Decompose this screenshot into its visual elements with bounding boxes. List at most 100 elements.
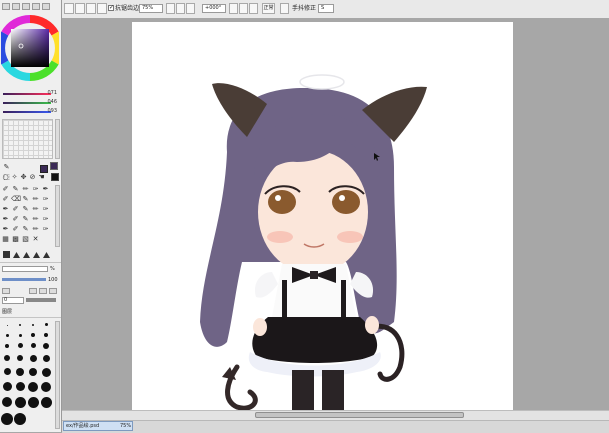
hand-icon[interactable]: ☚ bbox=[37, 173, 46, 182]
primary-color-swatch[interactable] bbox=[50, 162, 58, 170]
brush-size-21[interactable] bbox=[1, 382, 13, 392]
color-wheel-graphic[interactable] bbox=[0, 12, 64, 84]
brush-size-19[interactable] bbox=[27, 368, 39, 378]
cross-icon[interactable]: ✕ bbox=[31, 235, 40, 244]
density-slider[interactable] bbox=[26, 298, 56, 302]
brush-size-10[interactable] bbox=[14, 343, 26, 353]
shape-triangle-4-icon[interactable] bbox=[43, 252, 50, 258]
brush-size-30[interactable] bbox=[14, 413, 26, 425]
brush-size-8[interactable] bbox=[40, 332, 52, 342]
blur-icon[interactable]: ✎ bbox=[21, 195, 30, 204]
foreground-color-swatch[interactable] bbox=[40, 165, 48, 173]
curve-icon[interactable]: ✏ bbox=[31, 225, 40, 234]
stamp-icon[interactable]: ✑ bbox=[41, 225, 50, 234]
swatch-mode-button[interactable] bbox=[32, 3, 40, 10]
brush-size-6[interactable] bbox=[14, 332, 26, 342]
zoom-out-button[interactable] bbox=[176, 3, 185, 14]
brush-size-26[interactable] bbox=[14, 397, 26, 408]
toolbar-button-1[interactable] bbox=[64, 3, 74, 14]
red-slider-track[interactable] bbox=[3, 93, 51, 95]
reset-button[interactable]: 正常 bbox=[262, 3, 275, 14]
zoom-select[interactable]: 75% bbox=[139, 4, 163, 13]
pen-icon[interactable]: ✎ bbox=[2, 163, 11, 172]
watercolor-icon[interactable]: ✒ bbox=[41, 185, 50, 194]
antialias-checkbox[interactable]: ✓ bbox=[108, 5, 114, 11]
brush-size-23[interactable] bbox=[27, 382, 39, 392]
fill-icon[interactable]: ✎ bbox=[21, 205, 30, 214]
airbrush-icon[interactable]: ✐ bbox=[1, 185, 10, 194]
toolbar-button-3[interactable] bbox=[86, 3, 96, 14]
brush-size-13[interactable] bbox=[1, 355, 13, 365]
brush-size-4[interactable] bbox=[40, 321, 52, 331]
red-slider[interactable]: 071 bbox=[1, 90, 59, 98]
brush-size-16[interactable] bbox=[40, 355, 52, 365]
brush-palette-scrollbar[interactable] bbox=[55, 321, 60, 429]
shape-triangle-2-icon[interactable] bbox=[23, 252, 30, 258]
brush-size-25[interactable] bbox=[1, 397, 13, 407]
hsv-mode-button[interactable] bbox=[22, 3, 30, 10]
move-icon[interactable]: ✥ bbox=[19, 173, 28, 182]
color-swatch-grid[interactable] bbox=[2, 119, 53, 159]
soft-brush-icon[interactable]: ✒ bbox=[1, 215, 10, 224]
sketch-brush-icon[interactable]: ✐ bbox=[11, 225, 20, 234]
pen-tool-icon[interactable]: ✎ bbox=[11, 185, 20, 194]
zoom-in-button[interactable] bbox=[166, 3, 175, 14]
mask-icon[interactable] bbox=[39, 288, 47, 294]
angle-select[interactable]: +000° bbox=[202, 4, 226, 13]
brush-size-29[interactable] bbox=[1, 413, 13, 425]
brush-size-27[interactable] bbox=[27, 397, 39, 408]
blue-slider-track[interactable] bbox=[3, 111, 51, 113]
brush-size-7[interactable] bbox=[27, 332, 39, 342]
hatch-icon[interactable]: ▧ bbox=[21, 235, 30, 244]
tool-grid-scrollbar[interactable] bbox=[55, 185, 60, 247]
eyedropper-icon[interactable]: ⊘ bbox=[28, 173, 37, 182]
brush-size-28[interactable] bbox=[40, 397, 52, 408]
rotate-right-button[interactable] bbox=[239, 3, 248, 14]
crayon-icon[interactable]: ✏ bbox=[31, 205, 40, 214]
rotate-reset-button[interactable] bbox=[249, 3, 258, 14]
layer-blend-field[interactable]: 0 bbox=[2, 297, 24, 304]
hard-brush-icon[interactable]: ✐ bbox=[11, 215, 20, 224]
color-wheel-mode-button[interactable] bbox=[2, 3, 10, 10]
brush-size-14[interactable] bbox=[14, 355, 26, 365]
brush-size-2[interactable] bbox=[14, 321, 26, 331]
blend-mode-row[interactable]: % bbox=[2, 265, 59, 273]
lasso-icon[interactable]: ○ bbox=[1, 173, 10, 182]
swatch-scrollbar[interactable] bbox=[55, 119, 60, 159]
mix-brush-icon[interactable]: ✎ bbox=[21, 215, 30, 224]
rotate-left-button[interactable] bbox=[229, 3, 238, 14]
brush-size-17[interactable] bbox=[1, 368, 13, 378]
rgb-mode-button[interactable] bbox=[12, 3, 20, 10]
drawing-canvas[interactable] bbox=[132, 22, 513, 413]
dodge-icon[interactable]: ✏ bbox=[31, 215, 40, 224]
clip-icon[interactable] bbox=[29, 288, 37, 294]
flip-button[interactable] bbox=[280, 3, 289, 14]
horizontal-scrollbar-thumb[interactable] bbox=[255, 412, 464, 418]
brush-size-15[interactable] bbox=[27, 355, 39, 365]
blend-mode-select[interactable] bbox=[2, 266, 48, 272]
eraser-icon[interactable]: ⌫ bbox=[11, 195, 21, 204]
shape-triangle-icon[interactable] bbox=[13, 252, 20, 258]
brush-size-20[interactable] bbox=[40, 368, 52, 378]
lock-icon[interactable] bbox=[2, 288, 10, 294]
brush-size-12[interactable] bbox=[40, 343, 52, 353]
brush-size-18[interactable] bbox=[14, 368, 26, 378]
opacity-slider[interactable] bbox=[2, 278, 46, 281]
brush-size-1[interactable] bbox=[1, 321, 13, 331]
blue-slider[interactable]: 093 bbox=[1, 108, 59, 116]
smudge-icon[interactable]: ✏ bbox=[31, 195, 40, 204]
marker-icon[interactable]: ✐ bbox=[1, 195, 10, 204]
toolbar-button-2[interactable] bbox=[75, 3, 85, 14]
green-slider-track[interactable] bbox=[3, 102, 51, 104]
burn-icon[interactable]: ✑ bbox=[41, 215, 50, 224]
ref-icon[interactable] bbox=[49, 288, 57, 294]
toolbar-button-4[interactable] bbox=[97, 3, 107, 14]
shape-square-icon[interactable] bbox=[3, 251, 10, 258]
brush-size-24[interactable] bbox=[40, 382, 52, 392]
mixer-mode-button[interactable] bbox=[42, 3, 50, 10]
texture-brush-icon[interactable]: ✒ bbox=[1, 225, 10, 234]
grid-icon[interactable]: ▦ bbox=[1, 235, 10, 244]
line-brush-icon[interactable]: ✎ bbox=[21, 225, 30, 234]
background-color-swatch[interactable] bbox=[51, 173, 59, 181]
magic-wand-icon[interactable]: ✧ bbox=[10, 173, 19, 182]
